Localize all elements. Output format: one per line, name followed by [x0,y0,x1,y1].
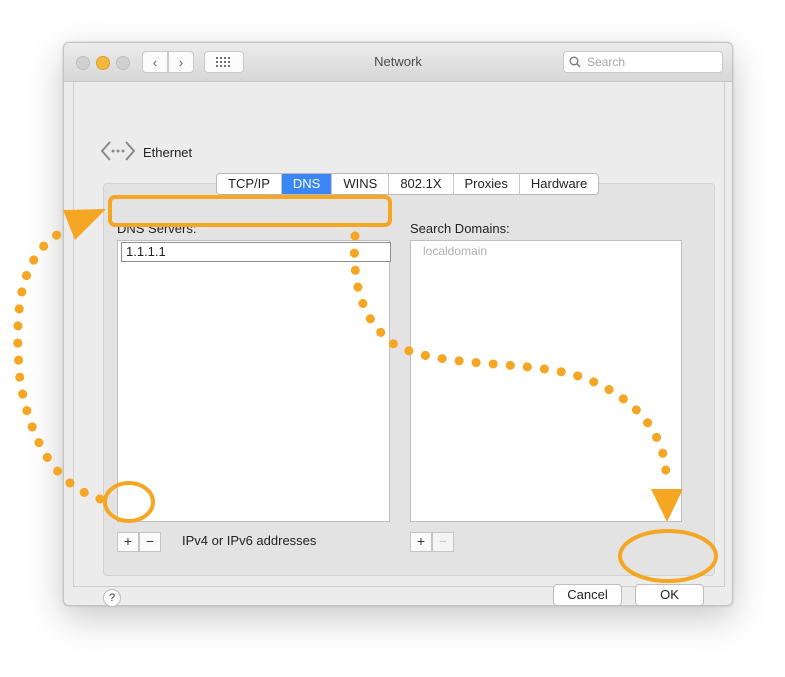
tab-8021x[interactable]: 802.1X [389,174,454,194]
ethernet-icon [101,141,135,161]
tab-tcpip[interactable]: TCP/IP [217,174,282,194]
search-domains-label: Search Domains: [410,221,510,236]
interface-name: Ethernet [143,145,193,160]
tab-wins[interactable]: WINS [332,174,390,194]
dns-server-entry[interactable]: 1.1.1.1 [121,242,391,262]
search-icon [569,56,581,68]
tab-dns[interactable]: DNS [281,174,333,194]
title-bar: ‹ › Network Search [64,43,732,82]
dns-servers-label: DNS Servers: [117,221,197,236]
content-area: Ethernet TCP/IP DNS WINS 802.1X Proxies … [73,82,725,607]
search-domains-list[interactable] [410,240,682,522]
tab-bar: TCP/IP DNS WINS 802.1X Proxies Hardware [216,173,600,195]
remove-dns-server-button[interactable]: − [139,532,161,552]
search-field[interactable]: Search [563,51,723,73]
tab-hardware[interactable]: Hardware [520,174,598,194]
ok-button[interactable]: OK [635,584,704,606]
tab-proxies[interactable]: Proxies [454,174,520,194]
help-button[interactable]: ? [103,589,121,607]
search-placeholder: Search [587,55,626,69]
network-preferences-window: ‹ › Network Search Ethernet TCP/IP DNS W… [63,42,733,607]
dns-hint-text: IPv4 or IPv6 addresses [182,533,317,548]
search-domain-placeholder: localdomain [423,244,488,258]
add-dns-server-button[interactable]: + [117,532,139,552]
add-search-domain-button[interactable]: + [410,532,432,552]
dns-servers-list[interactable] [117,240,390,522]
remove-search-domain-button: − [432,532,454,552]
cancel-button[interactable]: Cancel [553,584,622,606]
